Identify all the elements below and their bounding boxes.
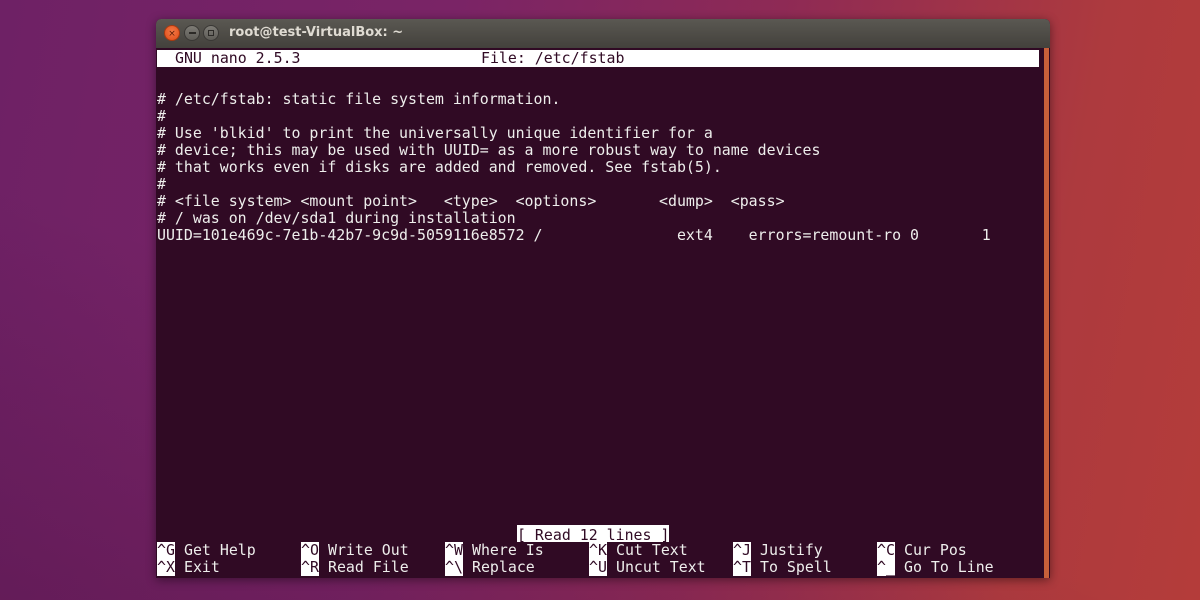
shortcut-key[interactable]: ^K — [589, 542, 607, 559]
shortcut-label: Get Help — [184, 541, 256, 559]
shortcut-label: Write Out — [328, 541, 409, 559]
window-titlebar[interactable]: × root@test-VirtualBox: ~ — [156, 19, 1050, 48]
editor-line: # — [157, 175, 166, 193]
shortcut-label: Exit — [184, 558, 220, 576]
shortcut-key[interactable]: ^R — [301, 559, 319, 576]
status-message: [ Read 12 lines ] — [517, 525, 670, 544]
shortcut-key[interactable]: ^X — [157, 559, 175, 576]
nano-version: GNU nano 2.5.3 — [175, 49, 301, 67]
shortcut-key[interactable]: ^T — [733, 559, 751, 576]
close-icon: × — [168, 29, 176, 39]
editor-line: # Use 'blkid' to print the universally u… — [157, 124, 713, 142]
editor-line: # <file system> <mount point> <type> <op… — [157, 192, 785, 210]
shortcut-label: To Spell — [760, 558, 832, 576]
shortcut-key[interactable]: ^O — [301, 542, 319, 559]
shortcut-label: Replace — [472, 558, 535, 576]
terminal-window: × root@test-VirtualBox: ~ GNU nano 2.5.3… — [156, 19, 1050, 578]
minimize-button[interactable] — [184, 25, 200, 41]
shortcut-label: Cut Text — [616, 541, 688, 559]
close-button[interactable]: × — [164, 25, 180, 41]
shortcut-label: Cur Pos — [904, 541, 967, 559]
shortcut-label: Justify — [760, 541, 823, 559]
shortcut-key[interactable]: ^_ — [877, 559, 895, 576]
editor-line: # — [157, 107, 166, 125]
editor-line: UUID=101e469c-7e1b-42b7-9c9d-5059116e857… — [157, 226, 991, 244]
shortcut-key[interactable]: ^W — [445, 542, 463, 559]
shortcut-key[interactable]: ^G — [157, 542, 175, 559]
shortcut-key[interactable]: ^C — [877, 542, 895, 559]
shortcut-label: Uncut Text — [616, 558, 706, 576]
shortcut-key[interactable]: ^U — [589, 559, 607, 576]
shortcut-key[interactable]: ^J — [733, 542, 751, 559]
minimize-icon — [189, 32, 196, 34]
nano-file-name: File: /etc/fstab — [481, 49, 625, 67]
maximize-icon — [208, 29, 214, 36]
editor-line: # / was on /dev/sda1 during installation — [157, 209, 516, 227]
editor-line: # that works even if disks are added and… — [157, 158, 722, 176]
shortcut-key[interactable]: ^\ — [445, 559, 463, 576]
shortcut-label: Go To Line — [904, 558, 994, 576]
maximize-button[interactable] — [203, 25, 219, 41]
window-title: root@test-VirtualBox: ~ — [229, 25, 404, 40]
terminal-scrollbar[interactable] — [1044, 48, 1049, 578]
editor-line: # /etc/fstab: static file system informa… — [157, 90, 561, 108]
terminal-area[interactable]: GNU nano 2.5.3 File: /etc/fstab # /etc/f… — [157, 48, 1039, 578]
shortcut-label: Where Is — [472, 541, 544, 559]
editor-line: # device; this may be used with UUID= as… — [157, 141, 821, 159]
nano-header-bar: GNU nano 2.5.3 File: /etc/fstab — [157, 50, 1039, 67]
shortcut-label: Read File — [328, 558, 409, 576]
